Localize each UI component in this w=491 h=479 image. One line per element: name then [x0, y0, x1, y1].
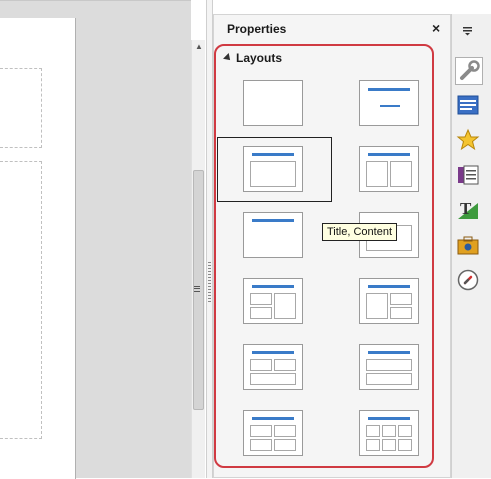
layout-title-bar [368, 88, 410, 91]
layouts-heading: Layouts [236, 51, 283, 65]
layout-title-content-2content[interactable] [359, 278, 419, 324]
layout-content-box [250, 425, 272, 437]
properties-wrench-icon [460, 60, 480, 80]
layout-title-bar [252, 417, 294, 420]
layout-title-bar [252, 285, 294, 288]
tab-gallery[interactable] [455, 232, 483, 260]
layout-content-box [390, 307, 412, 319]
layout-content-box [390, 161, 412, 187]
styles-icon: T [458, 199, 478, 219]
tab-navigator[interactable] [455, 267, 483, 295]
layout-title-2-content[interactable] [359, 146, 419, 192]
layout-content-box [274, 425, 296, 437]
layouts-deck-title[interactable]: Layouts [223, 51, 283, 65]
layout-content-box [398, 425, 412, 437]
layout-content-box [250, 439, 272, 451]
layout-content-box [366, 373, 412, 385]
vertical-scrollbar[interactable]: ▲ [191, 40, 205, 478]
hamburger-icon [463, 27, 472, 36]
gallery-icon [457, 236, 479, 255]
layout-title-content-over-content[interactable] [359, 344, 419, 390]
layout-title-bar [252, 219, 294, 222]
tab-custom-animation[interactable] [455, 127, 483, 155]
layout-content-box [250, 293, 272, 305]
scroll-up-arrow-icon[interactable]: ▲ [192, 40, 206, 54]
layout-content-box [274, 359, 296, 371]
layout-tooltip: Title, Content [322, 223, 398, 241]
custom-animation-icon [456, 128, 480, 151]
layout-title-4-content[interactable] [243, 410, 303, 456]
splitter-grip[interactable] [208, 262, 211, 302]
sidebar-splitter[interactable] [206, 0, 213, 478]
layout-title-bar [252, 351, 294, 354]
layout-title-bar [368, 153, 410, 156]
layout-content-box [250, 359, 272, 371]
svg-text:T: T [460, 199, 472, 218]
layout-content-box [250, 307, 272, 319]
slide-workspace [0, 0, 191, 479]
layout-blank[interactable] [243, 80, 303, 126]
layout-content-box [366, 425, 380, 437]
panel-collapse-icon[interactable] [194, 286, 200, 292]
master-slides-icon [458, 165, 479, 185]
layout-title-bar [368, 285, 410, 288]
layout-content-box [274, 439, 296, 451]
layout-title-2content-over-content[interactable] [243, 344, 303, 390]
panel-title: Properties [227, 22, 287, 36]
layout-title-2content-content[interactable] [243, 278, 303, 324]
layout-content-box [366, 359, 412, 371]
layout-title-only[interactable] [243, 212, 303, 258]
layout-content-box [366, 293, 388, 319]
slide-canvas[interactable] [0, 18, 76, 479]
layout-title-bar [368, 351, 410, 354]
tab-slide-transition[interactable] [455, 92, 483, 120]
layout-content-box [398, 439, 412, 451]
slide-transition-icon [457, 95, 479, 115]
layout-content-box [250, 373, 296, 385]
tab-master-slides[interactable] [455, 162, 483, 190]
layout-content-box [382, 425, 396, 437]
layout-content-box [390, 293, 412, 305]
navigator-icon [457, 269, 479, 291]
layout-content-box [382, 439, 396, 451]
layout-content-box [366, 161, 388, 187]
content-placeholder[interactable] [0, 161, 42, 439]
selected-layout-highlight [217, 137, 332, 202]
layout-title-bar [368, 417, 410, 420]
layout-title-6-content[interactable] [359, 410, 419, 456]
layout-content-box [366, 439, 380, 451]
tab-properties[interactable] [455, 57, 483, 85]
sidebar-menu-button[interactable] [462, 25, 474, 39]
collapse-triangle-icon[interactable] [223, 53, 233, 63]
tab-styles[interactable]: T [455, 197, 483, 225]
layout-title-slide[interactable] [359, 80, 419, 126]
close-button[interactable]: × [432, 20, 440, 36]
title-placeholder[interactable] [0, 68, 42, 148]
layout-subtitle-bar [380, 105, 400, 107]
layout-content-box [274, 293, 296, 319]
